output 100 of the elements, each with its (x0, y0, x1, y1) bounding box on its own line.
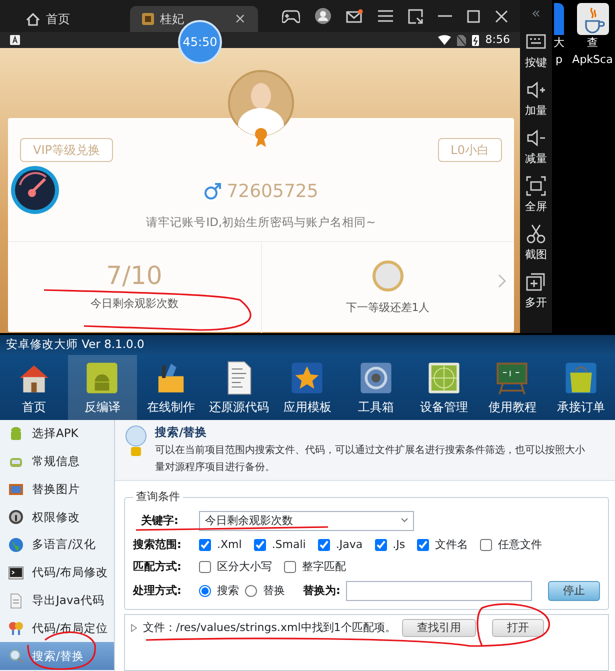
replace-field[interactable] (346, 580, 532, 601)
keyword-dropdown[interactable]: 今日剩余观影次数 (199, 510, 414, 531)
checkbox-label: .Xml (217, 536, 242, 552)
home-tab[interactable]: 首页 (14, 6, 82, 32)
remaining-count: 7/10 (106, 263, 162, 288)
checkbox-label: 任意文件 (498, 536, 542, 552)
panel-description: 量对源程序项目进行备份。 (155, 460, 276, 474)
checkbox[interactable] (199, 560, 211, 573)
desktop-icon-label: 大 (554, 35, 564, 51)
java-cup-icon[interactable] (576, 3, 608, 35)
checkbox[interactable] (480, 538, 492, 551)
radio-label: 搜索 (217, 582, 239, 598)
desktop-icon-label: p (556, 52, 562, 68)
sidebar-item[interactable]: 常规信息 (0, 448, 114, 476)
sidebar-item[interactable]: 代码/布局修改 (0, 558, 114, 587)
window-title: 安卓修改大师 Ver 8.1.0.0 (0, 335, 615, 355)
radio-button[interactable] (199, 584, 211, 597)
close-tab-button[interactable]: × (234, 8, 246, 30)
side-tool-button[interactable]: 按键 (525, 27, 547, 75)
menu-icon[interactable] (378, 10, 393, 22)
checkbox[interactable] (284, 560, 296, 573)
user-id: 72605725 (226, 180, 318, 204)
side-tool-button[interactable]: 全屏 (525, 171, 547, 219)
sidebar-item[interactable]: 权限修改 (0, 503, 114, 532)
collapse-button[interactable]: « (531, 6, 541, 21)
info-circle-icon (8, 509, 24, 526)
app-tab[interactable]: 桂妃 × (130, 6, 258, 32)
multi-window-icon (525, 270, 547, 293)
field-label: 处理方式: (133, 582, 182, 598)
android-icon (84, 360, 120, 396)
checkbox-label: 整字匹配 (302, 558, 346, 574)
side-tool-button[interactable]: 多开 (525, 267, 547, 315)
field-label: 搜索范围: (133, 536, 182, 552)
desktop-app-icon[interactable] (554, 3, 564, 35)
side-tool-button[interactable]: 截图 (525, 219, 547, 267)
stat-label: 下一等级还差1人 (346, 300, 430, 316)
level-badge-icon (372, 260, 404, 292)
sidebar-item[interactable]: 导出Java代码 (0, 586, 114, 615)
checkbox[interactable] (374, 538, 387, 551)
toolbar-tab[interactable]: 在线制作 (136, 355, 205, 420)
speedometer-icon[interactable] (10, 165, 60, 215)
checkbox-label: .Java (336, 536, 363, 552)
field-label: 替换为: (303, 582, 340, 598)
checkbox[interactable] (199, 538, 211, 551)
side-tool-button[interactable]: 加量 (525, 75, 547, 123)
shopping-bag-icon (562, 360, 599, 396)
app-icon (142, 13, 154, 25)
sidebar-item[interactable]: 选择APK (0, 420, 114, 448)
checkbox-label: .Js (392, 536, 406, 552)
scissors-icon (525, 222, 547, 245)
radio-button[interactable] (245, 584, 257, 597)
field-label: 匹配方式: (133, 558, 182, 574)
checkbox-label: .Smali (272, 536, 306, 552)
toolbar-tab[interactable]: 还原源代码 (204, 355, 274, 420)
maximize-icon[interactable] (467, 10, 480, 22)
desktop-icon-label: 查 (587, 35, 598, 51)
notification-icon (10, 35, 20, 45)
toolbar-tab[interactable]: 设备管理 (410, 355, 478, 420)
checkbox-label: 区分大小写 (217, 558, 272, 574)
toolbar-tab[interactable]: 应用模板 (273, 355, 342, 420)
user-icon[interactable] (315, 8, 331, 24)
group-title: 查询条件 (135, 489, 181, 506)
document-icon (8, 592, 24, 609)
stat-label: 今日剩余观影次数 (90, 296, 178, 312)
map-pins-icon (8, 620, 24, 636)
fullscreen-icon (525, 174, 547, 197)
toolbar-tab[interactable]: 承接订单 (546, 355, 615, 420)
checkbox[interactable] (417, 538, 430, 551)
android-icon (8, 426, 24, 442)
mail-icon[interactable] (346, 9, 363, 23)
sidebar-item[interactable]: 替换图片 (0, 476, 114, 504)
open-button[interactable]: 打开 (492, 618, 544, 638)
search-icon (8, 648, 24, 664)
toolbar-tab[interactable]: 工具箱 (342, 355, 410, 420)
picture-icon (8, 481, 24, 498)
checkbox[interactable] (254, 538, 266, 551)
checkbox-label: 文件名 (435, 536, 468, 552)
stop-button[interactable]: 停止 (548, 580, 600, 601)
field-label: 关键字: (140, 512, 180, 528)
checkbox[interactable] (318, 538, 330, 551)
panel-description: 可以在当前项目范围内搜索文件、代码，可以通过文件扩展名进行搜索条件筛选，也可以按照大小 (155, 444, 585, 458)
panel-heading: 搜索/替换 (155, 424, 208, 441)
globe-icon (8, 537, 24, 554)
home-icon (26, 12, 40, 26)
expand-arrow-icon[interactable] (131, 624, 137, 632)
caret-icon (401, 518, 408, 524)
sidebar-item[interactable]: 多语言/汉化 (0, 531, 114, 559)
terminal-icon (8, 564, 24, 581)
light-bulb-icon (125, 424, 147, 458)
toolbar-tab[interactable]: 首页 (0, 355, 68, 420)
toolbar-tab[interactable]: 反编译 (68, 355, 137, 420)
find-references-button[interactable]: 查找引用 (402, 618, 476, 638)
side-tool-button[interactable]: 减量 (525, 123, 547, 171)
no-sim-icon (457, 34, 466, 46)
gamepad-icon[interactable] (282, 10, 300, 22)
status-clock: 8:56 (485, 32, 510, 48)
close-icon[interactable] (495, 10, 508, 22)
resize-icon[interactable] (408, 8, 423, 24)
blackboard-icon (494, 360, 530, 396)
toolbar-tab[interactable]: 使用教程 (478, 355, 547, 420)
